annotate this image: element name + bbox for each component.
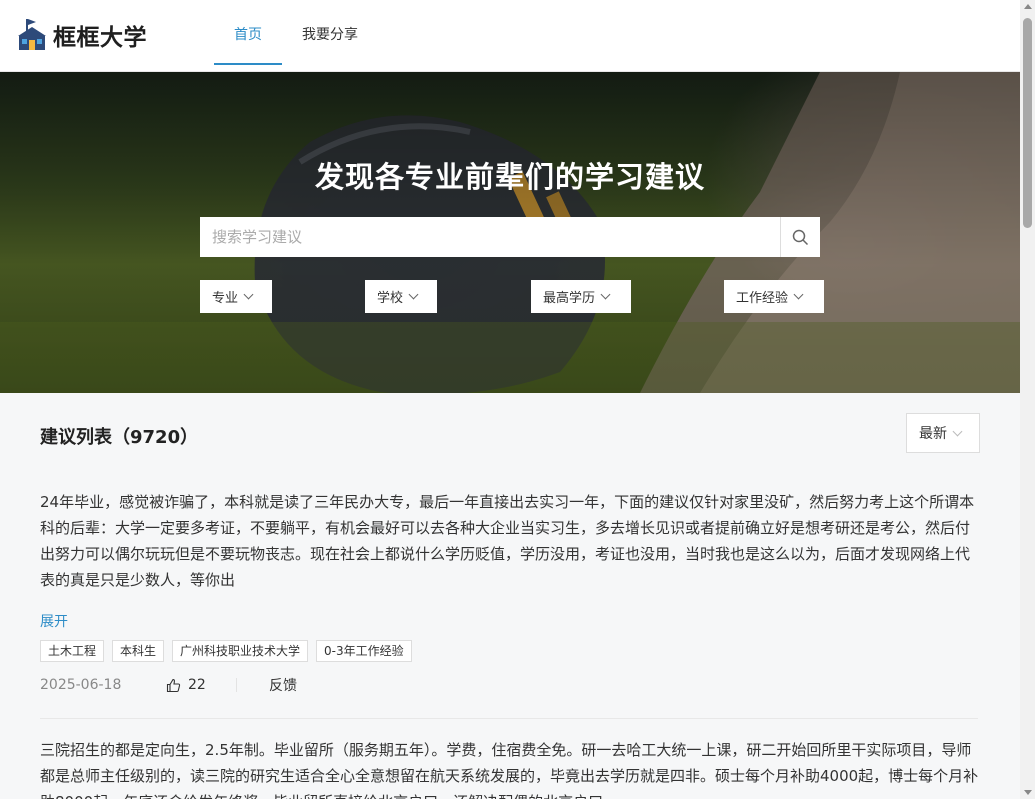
search-icon [792,229,809,245]
filter-major[interactable]: 专业 [200,280,272,313]
filter-experience[interactable]: 工作经验 [724,280,824,313]
school-logo-icon [18,19,46,50]
nav-share[interactable]: 我要分享 [282,0,378,72]
filter-experience-label: 工作经验 [736,291,789,306]
search-box [200,217,820,257]
post-meta: 2025-06-18 22 反馈 [40,675,980,695]
sort-label: 最新 [919,426,947,442]
chevron-down-icon [600,289,611,300]
tag-major[interactable]: 土木工程 [40,640,105,662]
post-item: 三院招生的都是定向生，2.5年制。毕业留所（服务期五年）。学费，住宿费全免。研一… [40,737,980,799]
page-scrollbar[interactable] [1020,0,1035,799]
filter-major-label: 专业 [212,291,239,306]
filter-degree-label: 最高学历 [543,291,596,306]
post-date: 2025-06-18 [40,677,122,693]
search-button[interactable] [780,217,820,257]
top-header: 框框大学 首页 我要分享 [0,0,1020,72]
chevron-down-icon [793,289,804,300]
filter-school-label: 学校 [377,291,404,306]
filter-school[interactable]: 学校 [365,280,437,313]
post-text: 三院招生的都是定向生，2.5年制。毕业留所（服务期五年）。学费，住宿费全免。研一… [40,741,979,799]
meta-divider [236,678,237,692]
tag-experience[interactable]: 0-3年工作经验 [316,640,412,662]
tag-degree[interactable]: 本科生 [112,640,165,662]
post-text: 24年毕业，感觉被诈骗了，本科就是读了三年民办大专，最后一年直接出去实习一年，下… [40,493,975,589]
logo[interactable]: 框框大学 [16,18,147,52]
tag-school[interactable]: 广州科技职业技术大学 [172,640,309,662]
hero-title: 发现各专业前辈们的学习建议 [314,160,705,194]
post-divider [40,718,978,719]
sort-dropdown[interactable]: 最新 [906,413,980,453]
scroll-up-arrow-icon[interactable] [1024,4,1032,9]
like-button[interactable]: 22 [166,677,236,693]
chevron-down-icon [408,289,419,300]
search-input[interactable] [200,217,780,257]
nav-home[interactable]: 首页 [214,0,282,72]
chevron-down-icon [952,426,963,436]
like-count: 22 [188,677,206,693]
expand-link[interactable]: 展开 [40,611,980,631]
logo-text: 框框大学 [53,25,147,51]
filter-degree[interactable]: 最高学历 [531,280,631,313]
hero-banner: 发现各专业前辈们的学习建议 专业 学校 最高学历 工作经验 [0,72,1020,393]
list-title: 建议列表（9720） [40,427,199,448]
main-nav: 首页 我要分享 [214,0,378,72]
thumbs-up-icon [166,678,181,692]
feedback-link[interactable]: 反馈 [269,675,297,695]
post-tags: 土木工程 本科生 广州科技职业技术大学 0-3年工作经验 [40,640,980,662]
chevron-down-icon [243,289,254,300]
scroll-down-arrow-icon[interactable] [1024,790,1032,795]
post-item: 24年毕业，感觉被诈骗了，本科就是读了三年民办大专，最后一年直接出去实习一年，下… [40,489,980,695]
scrollbar-thumb[interactable] [1023,18,1032,228]
